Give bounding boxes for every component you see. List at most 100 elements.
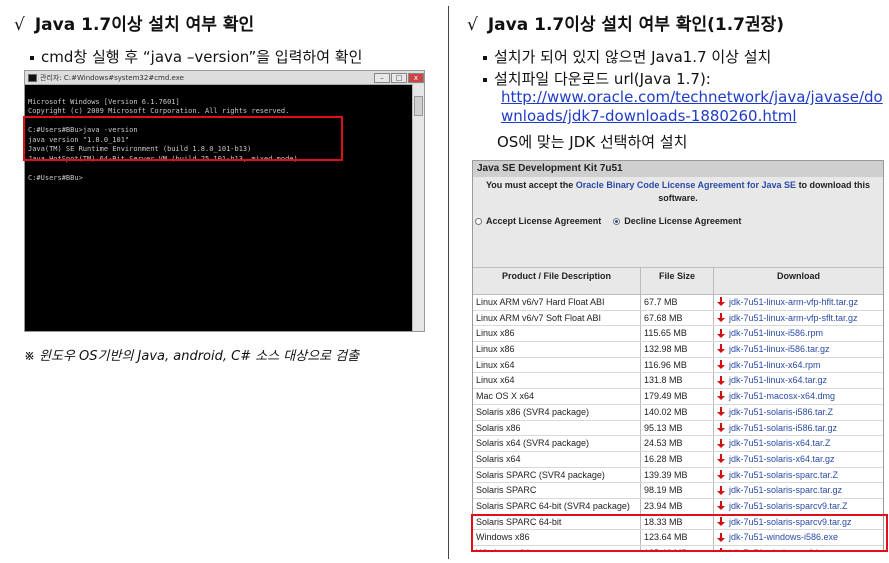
table-row: Solaris x86 95.13 MB jdk-7u51-solaris-i586…: [473, 420, 883, 437]
left-bullet: cmd창 실행 후 “java –version”을 입력하여 확인: [30, 46, 362, 67]
download-cell: jdk-7u51-solaris-sparcv9.tar.Z: [714, 499, 883, 514]
size-cell: 67.7 MB: [641, 295, 714, 310]
cmd-line: ​: [28, 164, 421, 174]
table-row: Linux x86 115.65 MB jdk-7u51-linux-i586.rp…: [473, 326, 883, 343]
download-arrow-icon[interactable]: [717, 422, 725, 433]
download-arrow-icon[interactable]: [717, 469, 725, 480]
product-cell: Solaris SPARC: [473, 483, 641, 498]
size-cell: 95.13 MB: [641, 420, 714, 436]
close-button[interactable]: x: [408, 72, 424, 83]
download-arrow-icon[interactable]: [717, 313, 725, 323]
license-link[interactable]: Oracle Binary Code License Agreement for…: [576, 180, 796, 190]
cmd-line: C:#Users#BBu>: [28, 173, 83, 182]
right-heading: √ Java 1.7이상 설치 여부 확인(1.7권장): [467, 15, 785, 35]
size-cell: 24.53 MB: [641, 436, 714, 451]
download-link[interactable]: jdk-7u51-linux-arm-vfp-sflt.tar.gz: [729, 311, 858, 326]
size-cell: 140.02 MB: [641, 404, 714, 420]
download-arrow-icon[interactable]: [717, 501, 725, 511]
bullet-icon: [30, 55, 34, 60]
download-cell: jdk-7u51-solaris-sparc.tar.gz: [714, 483, 883, 498]
cmd-scrollbar[interactable]: [412, 84, 424, 331]
download-link[interactable]: jdk-7u51-solaris-sparcv9.tar.Z: [729, 499, 848, 514]
highlight-box-windows: [471, 514, 888, 552]
download-cell: jdk-7u51-solaris-x64.tar.Z: [714, 436, 883, 451]
right-bullet-1: 설치가 되어 있지 않으면 Java1.7 이상 설치: [483, 46, 771, 67]
download-link[interactable]: jdk-7u51-linux-x64.tar.gz: [729, 373, 827, 388]
download-cell: jdk-7u51-linux-i586.rpm: [714, 326, 883, 341]
cmd-title: 관리자: C:#Windows#system32#cmd.exe: [40, 73, 184, 82]
col-size: File Size: [641, 268, 714, 294]
download-link[interactable]: jdk-7u51-solaris-sparc.tar.gz: [729, 483, 842, 498]
download-link[interactable]: jdk-7u51-solaris-x64.tar.gz: [729, 452, 835, 467]
size-cell: 115.65 MB: [641, 326, 714, 342]
download-arrow-icon[interactable]: [717, 438, 725, 449]
download-link[interactable]: jdk-7u51-linux-i586.rpm: [729, 326, 823, 341]
product-cell: Linux x86: [473, 326, 641, 342]
download-link[interactable]: jdk-7u51-solaris-i586.tar.gz: [729, 421, 837, 436]
product-cell: Linux ARM v6/v7 Hard Float ABI: [473, 295, 641, 310]
download-url-link-line1[interactable]: http://www.oracle.com/technetwork/java/j…: [501, 88, 883, 106]
download-link[interactable]: jdk-7u51-linux-x64.rpm: [729, 358, 821, 373]
product-cell: Solaris x64 (SVR4 package): [473, 436, 641, 451]
download-url-link-line2[interactable]: wnloads/jdk7-downloads-1880260.html: [501, 107, 797, 125]
download-link[interactable]: jdk-7u51-solaris-x64.tar.Z: [729, 436, 831, 451]
cmd-line: Microsoft Windows [Version 6.1.7601]: [28, 97, 180, 106]
product-cell: Solaris x64: [473, 451, 641, 467]
table-row: Linux x64 116.96 MB jdk-7u51-linux-x64.rpm: [473, 357, 883, 374]
download-arrow-icon[interactable]: [717, 297, 725, 307]
download-arrow-icon[interactable]: [717, 344, 725, 354]
download-link[interactable]: jdk-7u51-solaris-sparc.tar.Z: [729, 468, 838, 483]
checkmark-icon: √: [14, 15, 25, 35]
minimize-button[interactable]: –: [374, 72, 390, 83]
maximize-button[interactable]: □: [391, 72, 407, 83]
cmd-window: 관리자: C:#Windows#system32#cmd.exe – □ x M…: [24, 70, 425, 332]
download-arrow-icon[interactable]: [717, 328, 725, 339]
download-arrow-icon[interactable]: [717, 407, 725, 417]
product-cell: Linux ARM v6/v7 Soft Float ABI: [473, 310, 641, 326]
product-cell: Linux x64: [473, 373, 641, 389]
download-cell: jdk-7u51-solaris-i586.tar.Z: [714, 405, 883, 420]
decline-license-label[interactable]: Decline License Agreement: [624, 216, 741, 226]
bullet-icon: [483, 55, 487, 60]
col-download: Download: [777, 271, 820, 281]
table-row: Linux x86 132.98 MB jdk-7u51-linux-i586.ta…: [473, 342, 883, 358]
col-product: Product / File Description: [473, 268, 641, 294]
download-cell: jdk-7u51-solaris-i586.tar.gz: [714, 421, 883, 436]
jdk-title: Java SE Development Kit 7u51: [473, 161, 883, 177]
table-row: Solaris SPARC (SVR4 package) 139.39 MB jdk…: [473, 467, 883, 484]
table-row: Solaris SPARC 64-bit (SVR4 package) 23.94…: [473, 498, 883, 515]
panel-spacer: [473, 237, 883, 267]
download-link[interactable]: jdk-7u51-solaris-i586.tar.Z: [729, 405, 833, 420]
download-arrow-icon[interactable]: [717, 391, 725, 401]
license-radio-group: Accept License Agreement Decline License…: [473, 205, 883, 237]
download-cell: jdk-7u51-solaris-x64.tar.gz: [714, 452, 883, 467]
product-cell: Linux x86: [473, 342, 641, 357]
download-link[interactable]: jdk-7u51-linux-arm-vfp-hflt.tar.gz: [729, 295, 858, 310]
column-divider: [448, 6, 449, 559]
table-row: Solaris SPARC 98.19 MB jdk-7u51-solaris-sp…: [473, 483, 883, 499]
select-os-text: OS에 맞는 JDK 선택하여 설치: [497, 133, 688, 151]
download-link[interactable]: jdk-7u51-macosx-x64.dmg: [729, 389, 835, 404]
download-cell: jdk-7u51-linux-x64.tar.gz: [714, 373, 883, 388]
size-cell: 116.96 MB: [641, 357, 714, 373]
jdk-download-panel: Java SE Development Kit 7u51 You must ac…: [472, 160, 884, 551]
size-cell: 179.49 MB: [641, 389, 714, 404]
table-row: Linux ARM v6/v7 Hard Float ABI 67.7 MB jdk…: [473, 295, 883, 311]
accept-license-radio[interactable]: [475, 217, 482, 225]
download-cell: jdk-7u51-linux-i586.tar.gz: [714, 342, 883, 357]
table-body: Linux ARM v6/v7 Hard Float ABI 67.7 MB jdk…: [473, 295, 883, 550]
size-cell: 98.19 MB: [641, 483, 714, 498]
size-cell: 139.39 MB: [641, 467, 714, 483]
download-arrow-icon[interactable]: [717, 375, 725, 386]
download-arrow-icon[interactable]: [717, 454, 725, 464]
scrollbar-thumb[interactable]: [414, 96, 423, 116]
cmd-icon: [28, 73, 37, 82]
download-link[interactable]: jdk-7u51-linux-i586.tar.gz: [729, 342, 830, 357]
table-row: Linux ARM v6/v7 Soft Float ABI 67.68 MB jd…: [473, 310, 883, 327]
accept-license-label[interactable]: Accept License Agreement: [486, 216, 601, 226]
download-cell: jdk-7u51-linux-arm-vfp-hflt.tar.gz: [714, 295, 883, 310]
download-arrow-icon[interactable]: [717, 485, 725, 496]
cmd-titlebar[interactable]: 관리자: C:#Windows#system32#cmd.exe – □ x: [25, 71, 424, 85]
download-arrow-icon[interactable]: [717, 360, 725, 370]
decline-license-radio[interactable]: [613, 217, 621, 225]
